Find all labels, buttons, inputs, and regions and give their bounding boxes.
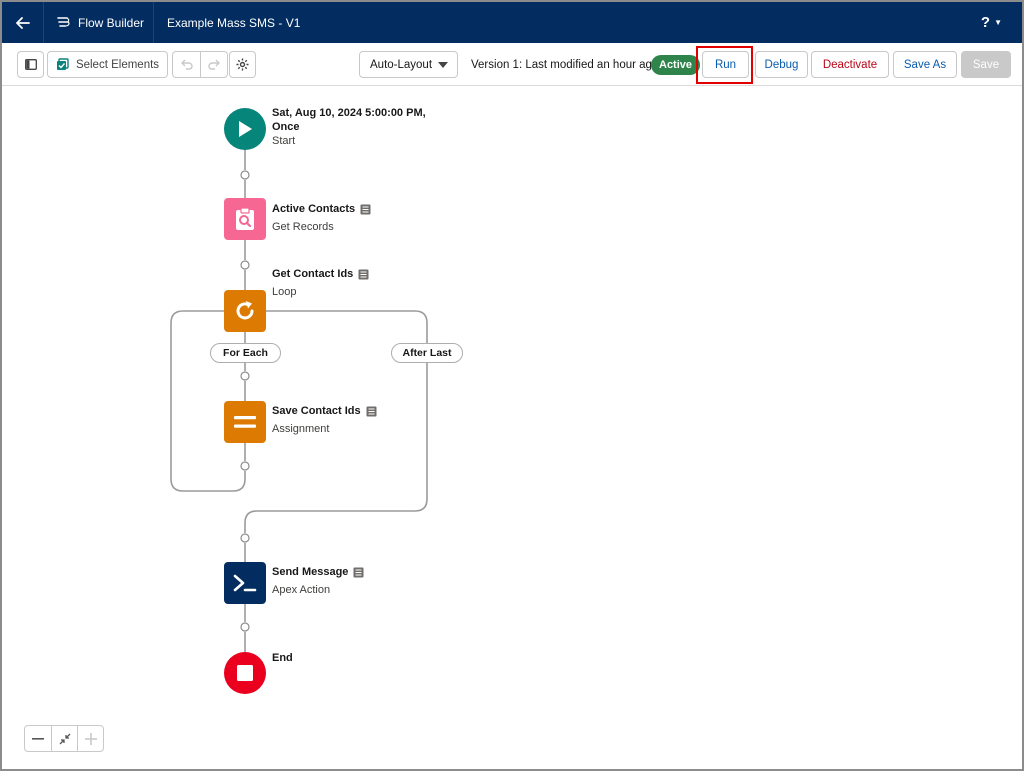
connector-dot[interactable] bbox=[240, 622, 250, 632]
deactivate-button[interactable]: Deactivate bbox=[811, 51, 889, 78]
select-elements-button[interactable]: Select Elements bbox=[47, 51, 168, 78]
flow-connectors bbox=[170, 149, 428, 652]
get-records-label: Active Contacts Get Records bbox=[272, 202, 371, 234]
assignment-type: Assignment bbox=[272, 423, 330, 435]
description-icon[interactable] bbox=[358, 269, 369, 280]
get-records-type: Get Records bbox=[272, 221, 334, 233]
description-icon[interactable] bbox=[360, 204, 371, 215]
version-info: Version 1: Last modified an hour ago bbox=[471, 58, 659, 71]
back-button[interactable] bbox=[2, 2, 44, 43]
undo-redo-group bbox=[172, 51, 228, 78]
after-last-path-label: After Last bbox=[391, 343, 463, 363]
get-records-node[interactable] bbox=[224, 198, 266, 240]
for-each-path-label: For Each bbox=[210, 343, 281, 363]
assignment-node[interactable] bbox=[224, 401, 266, 443]
end-title: End bbox=[272, 652, 293, 664]
gear-icon bbox=[236, 58, 249, 71]
apex-action-label: Send Message Apex Action bbox=[272, 565, 364, 597]
connector-dot[interactable] bbox=[240, 461, 250, 471]
save-label: Save bbox=[972, 58, 1000, 71]
start-node-label: Sat, Aug 10, 2024 5:00:00 PM, Once Start bbox=[272, 106, 426, 148]
minus-icon bbox=[32, 737, 44, 740]
caret-down-icon: ▼ bbox=[994, 18, 1002, 27]
assignment-title: Save Contact Ids bbox=[272, 405, 361, 417]
settings-button[interactable] bbox=[229, 51, 256, 78]
start-schedule-line2: Once bbox=[272, 121, 300, 133]
connector-dot[interactable] bbox=[240, 170, 250, 180]
description-icon[interactable] bbox=[353, 567, 364, 578]
clipboard-search-icon bbox=[236, 207, 254, 230]
flow-icon bbox=[57, 16, 70, 27]
status-badge: Active bbox=[651, 55, 701, 75]
layout-select[interactable]: Auto-Layout bbox=[359, 51, 458, 78]
select-elements-label: Select Elements bbox=[75, 58, 160, 71]
save-as-label: Save As bbox=[903, 58, 947, 71]
start-type: Start bbox=[272, 135, 296, 147]
get-records-title: Active Contacts bbox=[272, 203, 356, 215]
start-schedule-line1: Sat, Aug 10, 2024 5:00:00 PM, bbox=[272, 107, 426, 119]
undo-icon bbox=[180, 59, 193, 70]
connector-dot[interactable] bbox=[240, 533, 250, 543]
apex-action-title: Send Message bbox=[272, 566, 349, 578]
save-as-button[interactable]: Save As bbox=[893, 51, 957, 78]
loop-type: Loop bbox=[272, 286, 297, 298]
loop-title: Get Contact Ids bbox=[272, 268, 354, 280]
redo-button[interactable] bbox=[200, 52, 227, 77]
toolbar: Select Elements Auto-Layout Version 1: L… bbox=[2, 43, 1022, 86]
end-node[interactable] bbox=[224, 652, 266, 694]
flow-builder-window: Flow Builder Example Mass SMS - V1 ? ▼ S… bbox=[0, 0, 1024, 771]
help-icon: ? bbox=[980, 14, 991, 31]
stop-icon bbox=[237, 665, 253, 681]
connector-dot[interactable] bbox=[240, 260, 250, 270]
plus-icon bbox=[84, 732, 97, 745]
app-label: Flow Builder bbox=[78, 15, 145, 30]
app-switcher[interactable]: Flow Builder bbox=[44, 2, 154, 43]
zoom-in-button[interactable] bbox=[77, 726, 103, 751]
play-icon bbox=[239, 121, 252, 137]
debug-label: Debug bbox=[764, 58, 799, 71]
layout-select-value: Auto-Layout bbox=[370, 58, 433, 71]
apex-action-node[interactable] bbox=[224, 562, 266, 604]
apex-action-type: Apex Action bbox=[272, 584, 331, 596]
terminal-icon bbox=[233, 574, 257, 592]
save-button[interactable]: Save bbox=[961, 51, 1011, 78]
contract-icon bbox=[59, 733, 70, 744]
help-menu[interactable]: ? ▼ bbox=[981, 2, 1002, 43]
app-header: Flow Builder Example Mass SMS - V1 ? ▼ bbox=[2, 2, 1022, 43]
assignment-label: Save Contact Ids Assignment bbox=[272, 404, 377, 436]
zoom-out-button[interactable] bbox=[25, 726, 51, 751]
run-button-highlight bbox=[696, 46, 753, 84]
loop-label: Get Contact Ids Loop bbox=[272, 267, 369, 299]
start-node[interactable] bbox=[224, 108, 266, 150]
redo-icon bbox=[208, 59, 220, 70]
flow-title: Example Mass SMS - V1 bbox=[167, 15, 301, 30]
deactivate-label: Deactivate bbox=[822, 58, 878, 71]
fit-view-button[interactable] bbox=[51, 726, 77, 751]
loop-node[interactable] bbox=[224, 290, 266, 332]
connector-dot[interactable] bbox=[240, 371, 250, 381]
undo-button[interactable] bbox=[173, 52, 200, 77]
panel-icon bbox=[24, 59, 37, 70]
zoom-controls bbox=[24, 725, 104, 752]
flow-canvas[interactable]: Sat, Aug 10, 2024 5:00:00 PM, Once Start… bbox=[2, 86, 1022, 769]
select-elements-icon bbox=[56, 58, 69, 70]
loop-icon bbox=[236, 301, 254, 320]
back-arrow-icon bbox=[15, 16, 30, 29]
equals-icon bbox=[234, 416, 256, 428]
description-icon[interactable] bbox=[366, 406, 377, 417]
end-node-label: End bbox=[272, 651, 293, 665]
debug-button[interactable]: Debug bbox=[755, 51, 808, 78]
dropdown-arrow-icon bbox=[438, 62, 448, 68]
toggle-panel-button[interactable] bbox=[17, 51, 44, 78]
